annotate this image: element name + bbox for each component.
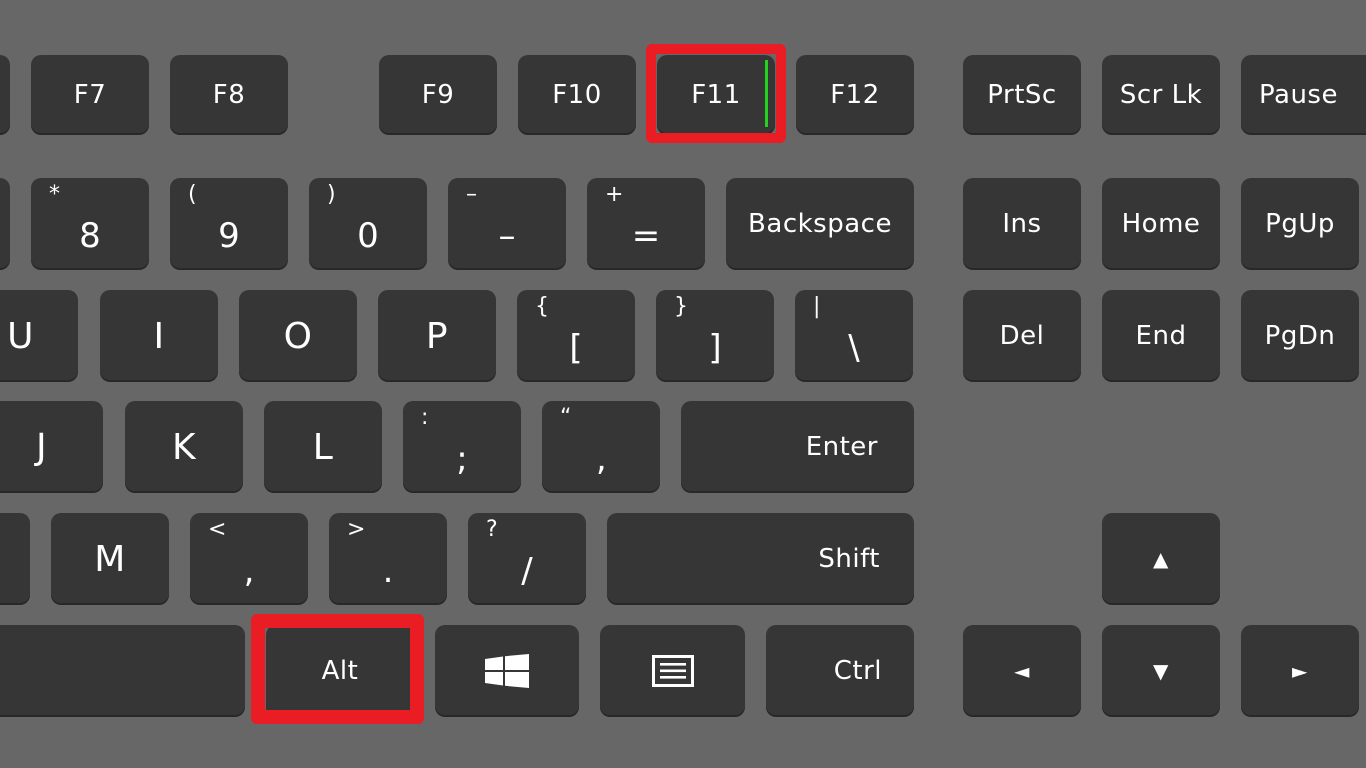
- key-period[interactable]: > .: [329, 513, 447, 605]
- key-label: M: [94, 538, 126, 580]
- key-label: F12: [830, 80, 880, 110]
- key-f11[interactable]: F11: [657, 55, 775, 135]
- key-arrow-up[interactable]: ▲: [1102, 513, 1220, 605]
- arrow-right-icon: ►: [1292, 659, 1308, 683]
- key-label: F8: [212, 80, 246, 110]
- key-label: PgDn: [1264, 321, 1336, 351]
- key-scrlk[interactable]: Scr Lk: [1102, 55, 1220, 135]
- key-f12[interactable]: F12: [796, 55, 914, 135]
- key-arrow-down[interactable]: ▼: [1102, 625, 1220, 717]
- key-u[interactable]: U: [0, 290, 78, 382]
- arrow-left-icon: ◄: [1014, 659, 1030, 683]
- key-end[interactable]: End: [1102, 290, 1220, 382]
- key-equals[interactable]: + =: [587, 178, 705, 270]
- key-label: F11: [691, 80, 741, 110]
- key-label: K: [171, 426, 197, 468]
- key-backslash[interactable]: | \: [795, 290, 913, 382]
- key-label: /: [521, 551, 533, 591]
- key-label: 8: [79, 216, 101, 256]
- key-label: \: [848, 328, 860, 368]
- key-label: O: [283, 315, 313, 357]
- key-label: PrtSc: [987, 80, 1057, 110]
- key-slash[interactable]: ? /: [468, 513, 586, 605]
- key-label: Ctrl: [833, 656, 882, 686]
- key-ins[interactable]: Ins: [963, 178, 1081, 270]
- key-label: End: [1135, 321, 1187, 351]
- key-ctrl[interactable]: Ctrl: [766, 625, 914, 717]
- key-semicolon[interactable]: : ;: [403, 401, 521, 493]
- key-del[interactable]: Del: [963, 290, 1081, 382]
- key-label: Home: [1121, 209, 1201, 239]
- key-label: F10: [552, 80, 602, 110]
- key-label: L: [312, 426, 334, 468]
- key-label: Scr Lk: [1119, 80, 1203, 110]
- key-label: I: [153, 315, 165, 357]
- key-o[interactable]: O: [239, 290, 357, 382]
- key-label: F9: [421, 80, 455, 110]
- key-space[interactable]: [0, 625, 245, 717]
- key-f9[interactable]: F9: [379, 55, 497, 135]
- key-p[interactable]: P: [378, 290, 496, 382]
- key-f10[interactable]: F10: [518, 55, 636, 135]
- windows-icon: [435, 625, 579, 717]
- key-enter[interactable]: Enter: [681, 401, 914, 493]
- key-8[interactable]: * 8: [31, 178, 149, 270]
- key-open-bracket[interactable]: { [: [517, 290, 635, 382]
- key-label: Alt: [321, 656, 359, 686]
- key-l[interactable]: L: [264, 401, 382, 493]
- key-menu[interactable]: [600, 625, 745, 717]
- key-k[interactable]: K: [125, 401, 243, 493]
- key-label: J: [35, 426, 48, 468]
- arrow-down-icon: ▼: [1153, 659, 1169, 683]
- key-edge-left-row1[interactable]: [0, 55, 10, 135]
- key-comma[interactable]: < ,: [190, 513, 308, 605]
- key-edge-left-row2[interactable]: [0, 178, 10, 270]
- key-home[interactable]: Home: [1102, 178, 1220, 270]
- key-label: Pause: [1259, 80, 1338, 110]
- key-i[interactable]: I: [100, 290, 218, 382]
- key-0[interactable]: ) 0: [309, 178, 427, 270]
- key-label: ‚: [595, 439, 607, 479]
- key-label: ]: [708, 328, 722, 368]
- key-label: P: [425, 315, 449, 357]
- key-arrow-right[interactable]: ►: [1241, 625, 1359, 717]
- key-arrow-left[interactable]: ◄: [963, 625, 1081, 717]
- key-windows[interactable]: [435, 625, 579, 717]
- key-minus[interactable]: – –: [448, 178, 566, 270]
- key-j[interactable]: J: [0, 401, 103, 493]
- key-f8[interactable]: F8: [170, 55, 288, 135]
- keyboard: F7 F8 F9 F10 F11 F12 PrtSc Scr Lk Pause …: [0, 0, 1366, 768]
- key-edge-left-row5[interactable]: [0, 513, 30, 605]
- key-pgup[interactable]: PgUp: [1241, 178, 1359, 270]
- key-f7[interactable]: F7: [31, 55, 149, 135]
- key-label: Ins: [1002, 209, 1042, 239]
- arrow-up-icon: ▲: [1153, 547, 1169, 571]
- key-9[interactable]: ( 9: [170, 178, 288, 270]
- key-label: 9: [218, 216, 240, 256]
- key-label: –: [498, 216, 516, 256]
- key-label: =: [631, 216, 661, 256]
- key-label: .: [382, 551, 394, 591]
- key-prtsc[interactable]: PrtSc: [963, 55, 1081, 135]
- key-label: F7: [73, 80, 107, 110]
- key-label: ;: [456, 439, 468, 479]
- menu-icon: [600, 625, 745, 717]
- key-m[interactable]: M: [51, 513, 169, 605]
- key-quote[interactable]: “ ‚: [542, 401, 660, 493]
- key-shift[interactable]: Shift: [607, 513, 914, 605]
- key-close-bracket[interactable]: } ]: [656, 290, 774, 382]
- key-label: U: [7, 315, 34, 357]
- key-pause[interactable]: Pause: [1241, 55, 1366, 135]
- key-label: Shift: [818, 544, 880, 574]
- key-label: [: [569, 328, 583, 368]
- key-label: Enter: [805, 432, 878, 462]
- key-pgdn[interactable]: PgDn: [1241, 290, 1359, 382]
- key-label: ,: [243, 551, 255, 591]
- key-label: Backspace: [748, 209, 892, 239]
- key-label: PgUp: [1265, 209, 1335, 239]
- key-backspace[interactable]: Backspace: [726, 178, 914, 270]
- key-label: 0: [357, 216, 379, 256]
- key-alt[interactable]: Alt: [266, 625, 414, 717]
- key-label: Del: [999, 321, 1045, 351]
